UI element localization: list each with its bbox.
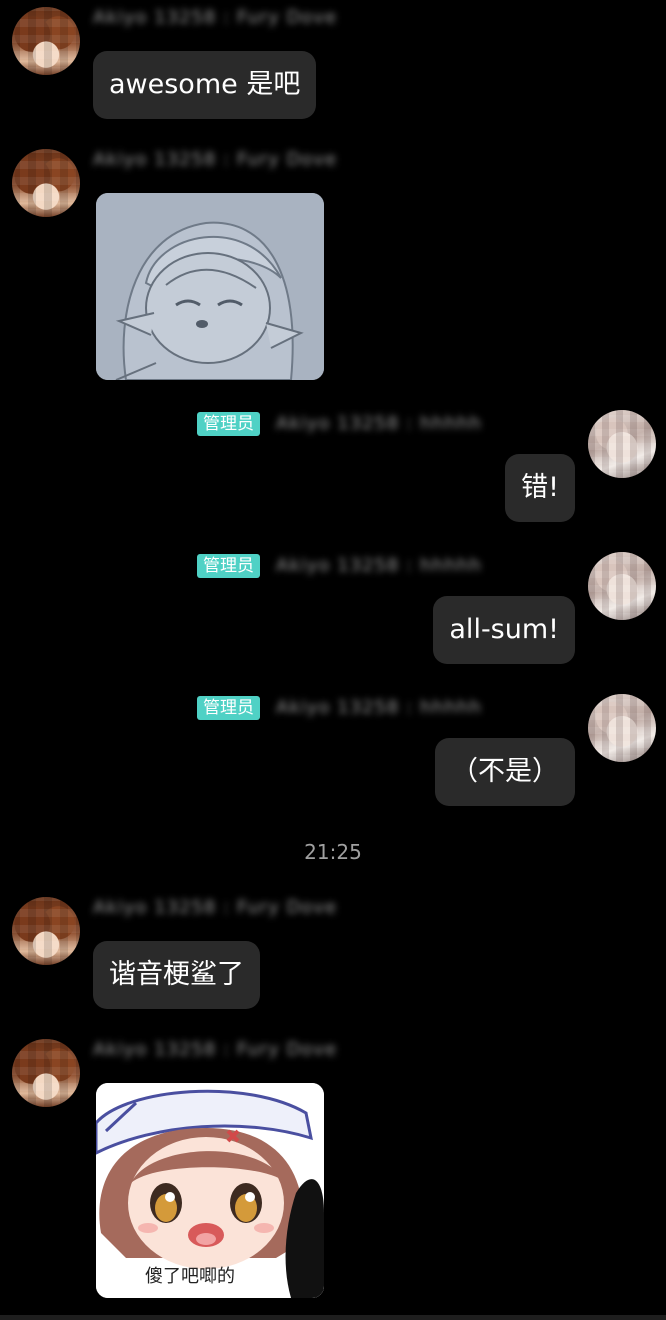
message-timestamp: 21:25 (304, 840, 362, 864)
avatar[interactable] (588, 552, 656, 620)
avatar[interactable] (12, 149, 80, 217)
message-bubble[interactable]: 错! (505, 454, 575, 522)
sender-name: Akiyo 13258 : Fury Dove (93, 149, 338, 170)
sticker-caption: 傻了吧唧的 (145, 1266, 235, 1287)
sender-name: Akiyo 13258 : hhhhh (276, 697, 482, 718)
avatar[interactable] (588, 410, 656, 478)
sender-name: Akiyo 13258 : hhhhh (276, 413, 482, 434)
avatar[interactable] (12, 897, 80, 965)
message-bubble[interactable]: awesome 是吧 (93, 51, 317, 119)
sender-name: Akiyo 13258 : Fury Dove (93, 1039, 338, 1060)
admin-badge: 管理员 (197, 696, 260, 720)
sticker-image[interactable] (96, 193, 324, 380)
chat-history[interactable]: Akiyo 13258 : Fury Dove awesome 是吧 Akiyo… (0, 0, 666, 1320)
sender-name: Akiyo 13258 : hhhhh (276, 555, 482, 576)
sender-name: Akiyo 13258 : Fury Dove (93, 7, 338, 28)
message-bubble[interactable]: 谐音梗鲨了 (93, 941, 260, 1009)
message-bubble[interactable]: all-sum! (433, 596, 575, 664)
bottom-divider (0, 1315, 666, 1320)
admin-badge: 管理员 (197, 412, 260, 436)
message-bubble[interactable]: （不是） (435, 738, 575, 806)
avatar[interactable] (12, 7, 80, 75)
sketch-girl-illustration (96, 193, 324, 380)
sender-name: Akiyo 13258 : Fury Dove (93, 897, 338, 918)
avatar[interactable] (588, 694, 656, 762)
admin-badge: 管理员 (197, 554, 260, 578)
avatar[interactable] (12, 1039, 80, 1107)
sticker-image[interactable]: 傻了吧唧的 (96, 1083, 324, 1298)
